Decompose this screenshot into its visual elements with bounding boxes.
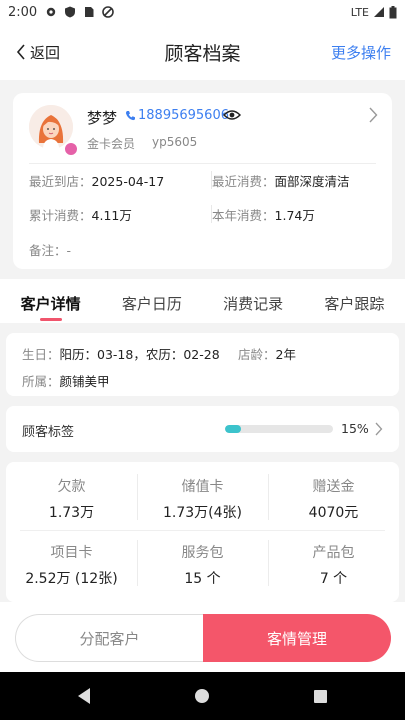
status-bar: 2:00 LTE xyxy=(0,0,405,24)
total-spend-label: 累计消费： xyxy=(29,208,92,223)
chevron-left-icon xyxy=(16,44,25,60)
tags-percent: 15% xyxy=(341,421,369,436)
belong-line: 所属：颜铺美甲 xyxy=(22,371,110,390)
tab-consumption-records[interactable]: 消费记录 xyxy=(203,279,304,323)
note-label: 备注： xyxy=(29,243,67,258)
back-button[interactable]: 返回 xyxy=(16,24,60,80)
customer-card[interactable]: 梦梦 18895695606 金卡会员 yp5605 最近到店：2025-04-… xyxy=(13,93,392,269)
info-row-recent: 最近到店：2025-04-17 最近消费：面部深度清洁 xyxy=(29,171,379,191)
birthday-line: 生日：阳历：03-18，农历：02-28 xyxy=(22,344,220,363)
stat-title: 产品包 xyxy=(312,545,355,561)
gear-icon xyxy=(47,7,56,17)
belong-value: 颜铺美甲 xyxy=(59,374,110,389)
detail-card: 生日：阳历：03-18，农历：02-28 店龄：2年 所属：颜铺美甲 xyxy=(6,333,399,396)
store-age-value: 2年 xyxy=(275,347,296,362)
card-divider xyxy=(29,163,376,164)
year-spend-label: 本年消费： xyxy=(212,208,275,223)
assign-customer-button[interactable]: 分配客户 xyxy=(15,614,203,662)
customer-code: yp5605 xyxy=(152,135,198,149)
year-spend-value: 1.74万 xyxy=(274,208,315,223)
home-nav-button[interactable] xyxy=(190,684,214,708)
chevron-right-icon[interactable] xyxy=(369,107,378,123)
stat-title: 储值卡 xyxy=(181,479,224,495)
tags-progress-fill xyxy=(225,425,242,433)
page-title: 顾客档案 xyxy=(164,42,241,65)
stat-divider xyxy=(268,540,269,586)
shield-icon xyxy=(65,6,76,18)
last-visit-label: 最近到店： xyxy=(29,174,92,189)
back-nav-button[interactable] xyxy=(72,684,96,708)
no-disturb-icon xyxy=(102,6,115,18)
more-actions-button[interactable]: 更多操作 xyxy=(331,24,391,80)
status-time: 2:00 xyxy=(8,4,38,20)
stat-value: 1.73万 xyxy=(48,505,95,521)
phone-icon xyxy=(125,111,135,121)
stat-product-package[interactable]: 产品包 7 个 xyxy=(268,542,399,588)
info-row-spend: 累计消费：4.11万 本年消费：1.74万 xyxy=(29,205,379,225)
stat-divider xyxy=(137,474,138,520)
phone-number: 18895695606 xyxy=(138,108,229,123)
birthday-label: 生日： xyxy=(22,347,60,362)
store-age-line: 店龄：2年 xyxy=(238,344,296,363)
home-circle-icon xyxy=(195,689,209,703)
stat-value: 15 个 xyxy=(184,571,221,587)
stat-title: 赠送金 xyxy=(312,479,355,495)
birthday-value: 阳历：03-18，农历：02-28 xyxy=(59,347,220,362)
back-label: 返回 xyxy=(30,43,61,62)
tab-customer-detail[interactable]: 客户详情 xyxy=(0,279,101,323)
recents-square-icon xyxy=(313,689,327,703)
stat-title: 服务包 xyxy=(181,545,224,561)
bottom-action-bar: 分配客户 客情管理 xyxy=(0,602,405,672)
back-triangle-icon xyxy=(78,688,90,704)
phone-link[interactable]: 18895695606 xyxy=(125,108,229,123)
stat-value: 4070元 xyxy=(308,505,359,521)
info-row-note: 备注：- xyxy=(29,240,379,260)
sim-icon xyxy=(85,7,94,17)
stat-value: 7 个 xyxy=(319,571,348,587)
network-label: LTE xyxy=(350,5,369,19)
system-nav-bar xyxy=(0,672,405,720)
stat-stored-value-card[interactable]: 储值卡 1.73万(4张) xyxy=(137,476,268,522)
chevron-right-icon xyxy=(375,422,383,436)
status-right: LTE xyxy=(350,5,397,19)
tab-customer-tracking[interactable]: 客户跟踪 xyxy=(304,279,405,323)
stat-value: 2.52万 (12张) xyxy=(25,571,118,587)
stats-card: 欠款 1.73万 储值卡 1.73万(4张) 赠送金 4070元 项目卡 2.5… xyxy=(6,462,399,602)
signal-icon xyxy=(374,7,384,17)
belong-label: 所属： xyxy=(22,374,60,389)
stat-divider xyxy=(268,474,269,520)
recents-nav-button[interactable] xyxy=(308,684,332,708)
stat-service-package[interactable]: 服务包 15 个 xyxy=(137,542,268,588)
stat-bonus[interactable]: 赠送金 4070元 xyxy=(268,476,399,522)
customer-tags-row[interactable]: 顾客标签 15% xyxy=(6,406,399,452)
tab-bar: 客户详情 客户日历 消费记录 客户跟踪 xyxy=(0,279,405,323)
stat-divider xyxy=(137,540,138,586)
last-spend-value: 面部深度清洁 xyxy=(274,174,350,189)
app-header: 返回 顾客档案 更多操作 xyxy=(0,24,405,80)
tags-progress-bar xyxy=(225,425,333,433)
battery-icon xyxy=(389,5,397,18)
stat-project-card[interactable]: 项目卡 2.52万 (12张) xyxy=(6,542,137,588)
stat-title: 项目卡 xyxy=(50,545,93,561)
customer-name: 梦梦 xyxy=(87,109,118,127)
stat-title: 欠款 xyxy=(57,479,86,495)
avatar xyxy=(29,105,79,157)
female-badge-icon xyxy=(63,141,79,157)
stats-row-divider xyxy=(20,530,385,531)
customer-relationship-button[interactable]: 客情管理 xyxy=(203,614,391,662)
store-age-label: 店龄： xyxy=(238,347,276,362)
member-level: 金卡会员 xyxy=(87,137,136,151)
last-spend-label: 最近消费： xyxy=(212,174,275,189)
tab-customer-calendar[interactable]: 客户日历 xyxy=(101,279,202,323)
stat-arrears[interactable]: 欠款 1.73万 xyxy=(6,476,137,522)
stat-value: 1.73万(4张) xyxy=(162,505,242,521)
tags-label: 顾客标签 xyxy=(22,425,75,440)
eye-icon[interactable] xyxy=(223,108,241,122)
total-spend-value: 4.11万 xyxy=(91,208,132,223)
last-visit-value: 2025-04-17 xyxy=(91,174,165,189)
note-value: - xyxy=(66,243,72,258)
